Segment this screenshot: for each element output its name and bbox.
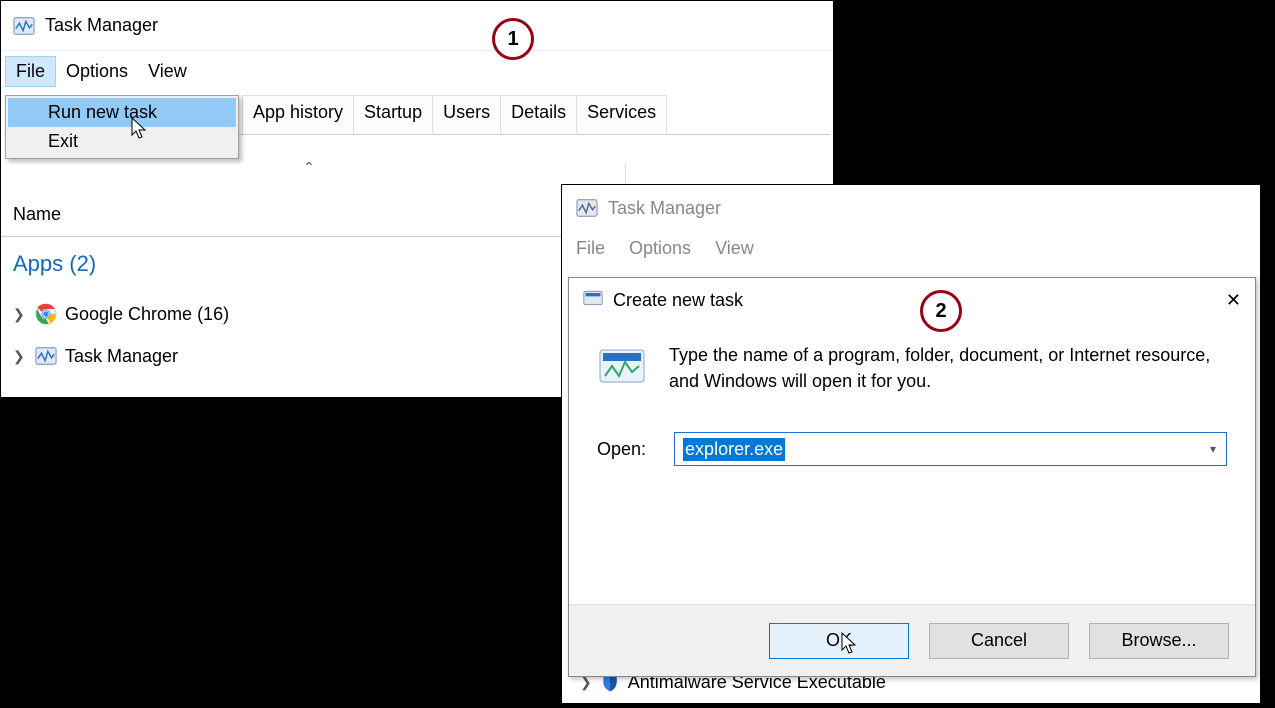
file-menu-dropdown: Run new task Exit	[5, 95, 239, 159]
sort-arrow-icon: ⌃	[303, 159, 315, 176]
open-label: Open:	[597, 439, 646, 460]
task-manager-icon	[576, 197, 598, 219]
dialog-footer: OK Cancel Browse...	[569, 604, 1255, 676]
dialog-title: Create new task	[603, 290, 1226, 311]
menu-view[interactable]: View	[138, 57, 197, 86]
close-button[interactable]: ✕	[1226, 290, 1241, 311]
expand-caret-icon[interactable]: ❯	[13, 348, 27, 365]
process-name: Google Chrome (16)	[65, 304, 229, 325]
process-name: Task Manager	[65, 346, 178, 367]
chevron-down-icon[interactable]: ▾	[1210, 442, 1216, 456]
task-manager-icon	[35, 345, 57, 367]
window-title: Task Manager	[45, 15, 158, 36]
titlebar: Task Manager	[562, 185, 1260, 231]
menu-item-exit[interactable]: Exit	[8, 127, 236, 156]
tab-details[interactable]: Details	[500, 95, 577, 134]
browse-button[interactable]: Browse...	[1089, 623, 1229, 659]
cancel-button[interactable]: Cancel	[929, 623, 1069, 659]
process-row-taskmgr[interactable]: ❯ Task Manager	[13, 335, 229, 377]
titlebar: Task Manager	[1, 1, 833, 51]
process-row-chrome[interactable]: ❯ Google Chrome (16)	[13, 293, 229, 335]
run-icon	[597, 342, 647, 392]
menu-item-run-new-task[interactable]: Run new task	[8, 98, 236, 127]
menu-view[interactable]: View	[703, 236, 766, 261]
tab-services[interactable]: Services	[576, 95, 667, 134]
dialog-titlebar: Create new task ✕	[569, 278, 1255, 322]
menubar: File Options View	[562, 231, 1260, 265]
tab-startup[interactable]: Startup	[353, 95, 433, 134]
create-new-task-dialog: Create new task ✕ Type the name of a pro…	[568, 277, 1256, 677]
menu-options[interactable]: Options	[56, 57, 138, 86]
apps-section: Apps (2) ❯ Google Chrome (16) ❯ Task Man…	[13, 251, 229, 377]
step-badge-2: 2	[920, 290, 962, 332]
window-title: Task Manager	[608, 198, 721, 219]
tab-app-history[interactable]: App history	[242, 95, 354, 134]
chrome-icon	[35, 303, 57, 325]
column-name[interactable]: Name	[13, 204, 61, 225]
tab-users[interactable]: Users	[432, 95, 501, 134]
ok-button[interactable]: OK	[769, 623, 909, 659]
open-input-value: explorer.exe	[683, 438, 785, 461]
menu-options[interactable]: Options	[617, 236, 703, 261]
menubar: File Options View	[1, 51, 833, 91]
open-combobox[interactable]: explorer.exe ▾	[674, 432, 1227, 466]
menu-file[interactable]: File	[5, 56, 56, 87]
dialog-description: Type the name of a program, folder, docu…	[669, 342, 1227, 394]
task-manager-window-step2: Task Manager File Options View ❯ Antimal…	[561, 184, 1261, 704]
apps-group-header[interactable]: Apps (2)	[13, 251, 229, 277]
task-manager-icon	[13, 15, 35, 37]
expand-caret-icon[interactable]: ❯	[13, 306, 27, 323]
menu-file[interactable]: File	[564, 236, 617, 261]
run-small-icon	[583, 288, 603, 313]
step-badge-1: 1	[492, 18, 534, 60]
